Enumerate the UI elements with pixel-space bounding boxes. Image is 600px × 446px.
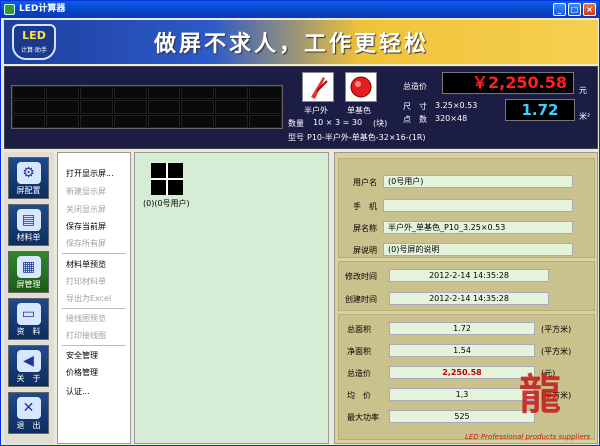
- screen-item-label[interactable]: (0)(0号用户): [143, 198, 190, 209]
- net-area-unit: (平方米): [541, 347, 572, 356]
- minimize-button[interactable]: _: [553, 3, 566, 16]
- properties-panel: 用户名 (0号用户) 手 机 屏名称 半户外_单基色_P10_3.25×0.53…: [334, 152, 598, 444]
- dots-value: 320×48: [435, 114, 468, 123]
- screen-manage-icon: ▦: [16, 256, 41, 278]
- window-title: LED计算器: [19, 4, 66, 14]
- menu-separator: [62, 345, 126, 346]
- menu-print-materials[interactable]: 打印材料单: [66, 276, 106, 287]
- menu-close-screen[interactable]: 关闭显示屏: [66, 204, 106, 215]
- net-area-label: 净面积: [347, 347, 371, 356]
- mode-color-label: 单基色: [347, 106, 371, 115]
- screen-desc-label: 屏说明: [353, 246, 377, 255]
- summary-panel: 半户外 单基色 数量 10 × 3 = 30 (块) 型号 P10-半户外-单基…: [4, 66, 598, 149]
- title-bar[interactable]: LED计算器 _ □ ×: [1, 1, 599, 18]
- model-label: 型号: [288, 133, 304, 142]
- total-area-label: 总面积: [347, 325, 371, 334]
- led-logo: LED 计算·助手: [12, 24, 56, 60]
- dots-label: 点 数: [403, 115, 427, 124]
- avg-price-label: 均 价: [347, 391, 371, 400]
- price-unit: 元: [579, 86, 587, 95]
- count-value: 10 × 3 = 30: [313, 118, 363, 127]
- config-icon: ⚙: [16, 162, 41, 184]
- close-button[interactable]: ×: [583, 3, 596, 16]
- created-time-label: 创建时间: [345, 295, 377, 304]
- single-color-icon[interactable]: [345, 72, 377, 102]
- led-preview-grid: [11, 85, 283, 129]
- data-icon: ▭: [16, 303, 41, 325]
- modified-time-label: 修改时间: [345, 272, 377, 281]
- total-area-unit: (平方米): [541, 325, 572, 334]
- watermark-text: LED Professional products suppliers: [465, 433, 591, 441]
- nav-about[interactable]: ◀ 关 于: [8, 345, 49, 387]
- user-field[interactable]: (0号用户): [383, 175, 573, 188]
- screen-list-canvas[interactable]: (0)(0号用户): [134, 152, 329, 444]
- menu-new-screen[interactable]: 新建显示屏: [66, 186, 106, 197]
- megaphone-icon: ◀: [16, 350, 41, 372]
- user-label: 用户名: [353, 178, 377, 187]
- semi-outdoor-icon[interactable]: [302, 72, 334, 102]
- size-label: 尺 寸: [403, 102, 427, 111]
- screen-desc-field[interactable]: (0)号屏的说明: [383, 243, 573, 256]
- max-power-label: 最大功率: [347, 413, 379, 422]
- total-price-display: ￥2,250.58: [442, 72, 574, 94]
- menu-save-current[interactable]: 保存当前屏: [66, 221, 106, 232]
- menu-materials-preview[interactable]: 材料单预览: [66, 259, 106, 270]
- led-screen-icon[interactable]: [151, 163, 183, 195]
- screen-manage-menu: 打开显示屏... 新建显示屏 关闭显示屏 保存当前屏 保存所有屏 材料单预览 打…: [57, 152, 131, 444]
- unit-price-display: 1.72: [505, 99, 575, 121]
- count-unit: (块): [373, 119, 388, 128]
- modified-time-value: 2012-2-14 14:35:28: [389, 269, 549, 282]
- menu-print-wiring[interactable]: 打印接线图: [66, 330, 106, 341]
- net-area-value: 1.54: [389, 344, 535, 357]
- phone-field[interactable]: [383, 199, 573, 212]
- time-section: 修改时间 2012-2-14 14:35:28 创建时间 2012-2-14 1…: [338, 261, 595, 311]
- side-navigation: ⚙ 屏配置 ▤ 材料单 ▦ 屏管理 ▭ 资 料 ◀ 关 于 ✕ 退 出: [4, 152, 54, 444]
- phone-label: 手 机: [353, 202, 377, 211]
- menu-authenticate[interactable]: 认证...: [66, 386, 90, 397]
- nav-screen-config[interactable]: ⚙ 屏配置: [8, 157, 49, 199]
- created-time-value: 2012-2-14 14:35:28: [389, 292, 549, 305]
- total-price-label: 总造价: [403, 82, 427, 91]
- total-area-value: 1.72: [389, 322, 535, 335]
- exit-icon: ✕: [16, 397, 41, 419]
- nav-materials[interactable]: ▤ 材料单: [8, 204, 49, 246]
- slogan: 做屏不求人，工作更轻松: [154, 31, 430, 57]
- menu-wiring-preview[interactable]: 接线图预览: [66, 313, 106, 324]
- model-value: P10-半户外-单基色-32×16-(1R): [307, 133, 426, 142]
- menu-security[interactable]: 安全管理: [66, 350, 98, 361]
- menu-export-excel[interactable]: 导出为Excel: [66, 293, 111, 304]
- nav-screen-manage[interactable]: ▦ 屏管理: [8, 251, 49, 293]
- header-banner: LED 计算·助手 做屏不求人，工作更轻松: [4, 20, 598, 64]
- dragon-logo: 龍: [518, 370, 561, 419]
- menu-separator: [62, 308, 126, 309]
- size-value: 3.25×0.53: [435, 101, 478, 110]
- logo-text: LED: [22, 29, 46, 42]
- app-window: LED计算器 _ □ × LED 计算·助手 做屏不求人，工作更轻松 半户外 单…: [0, 0, 600, 446]
- nav-data[interactable]: ▭ 资 料: [8, 298, 49, 340]
- materials-icon: ▤: [16, 209, 41, 231]
- screen-name-label: 屏名称: [353, 224, 377, 233]
- logo-subtext: 计算·助手: [21, 47, 47, 54]
- info-section: 用户名 (0号用户) 手 机 屏名称 半户外_单基色_P10_3.25×0.53…: [338, 158, 595, 258]
- app-icon: [4, 4, 15, 15]
- menu-save-all[interactable]: 保存所有屏: [66, 238, 106, 249]
- total-cost-label: 总造价: [347, 369, 371, 378]
- menu-separator: [62, 253, 126, 254]
- unit-price-unit: 米²: [579, 112, 591, 121]
- menu-price-manage[interactable]: 价格管理: [66, 367, 98, 378]
- maximize-button[interactable]: □: [568, 3, 581, 16]
- menu-open-screen[interactable]: 打开显示屏...: [66, 168, 114, 179]
- mode-outdoor-label: 半户外: [304, 106, 328, 115]
- screen-name-field[interactable]: 半户外_单基色_P10_3.25×0.53: [383, 221, 573, 234]
- count-label: 数量: [288, 119, 304, 128]
- nav-exit[interactable]: ✕ 退 出: [8, 392, 49, 434]
